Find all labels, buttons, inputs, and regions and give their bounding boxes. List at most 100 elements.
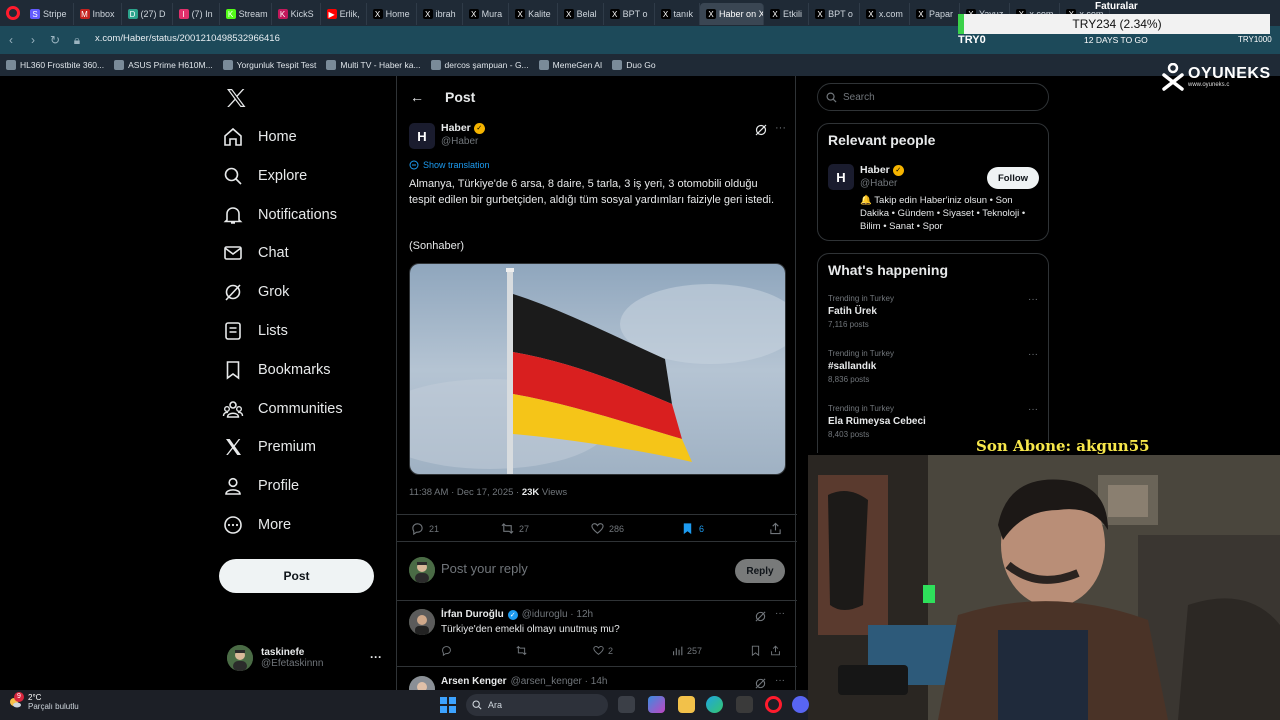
account-switcher[interactable]: taskinefe @Efetaskinnn <box>227 643 387 673</box>
forward-arrow-icon[interactable]: › <box>22 33 44 47</box>
discord-icon[interactable] <box>792 696 809 713</box>
browser-tab[interactable]: X BPT o <box>809 3 860 25</box>
browser-tab[interactable]: X Etkili <box>764 3 810 25</box>
browser-tab[interactable]: X Mura <box>463 3 510 25</box>
browser-tab[interactable]: I (7) In <box>173 3 220 25</box>
account-more-icon[interactable]: ··· <box>370 650 382 664</box>
comment-avatar[interactable] <box>409 609 435 635</box>
bookmark-item[interactable]: Multi TV - Haber ka... <box>326 60 421 70</box>
more-icon[interactable]: ··· <box>775 122 786 134</box>
bookmark-item[interactable]: ASUS Prime H610M... <box>114 60 213 70</box>
lock-icon[interactable]: 🔒︎ <box>66 33 88 48</box>
back-arrow-icon[interactable]: ‹ <box>0 33 22 47</box>
follow-button[interactable]: Follow <box>987 167 1039 189</box>
grok-icon[interactable] <box>755 611 766 622</box>
copilot-icon[interactable] <box>648 696 665 713</box>
share-action[interactable] <box>769 522 782 535</box>
browser-tab[interactable]: X Papar <box>910 3 960 25</box>
bookmark-item[interactable]: Yorgunluk Tespit Test <box>222 60 316 70</box>
comment-handle[interactable]: @iduroglu · 12h <box>522 609 593 620</box>
browser-tab[interactable]: M Inbox <box>74 3 122 25</box>
more-icon[interactable]: ··· <box>1028 294 1038 305</box>
browser-tab[interactable]: ▶ Erlik, <box>321 3 367 25</box>
browser-tab[interactable]: X Haber on X <box>700 3 765 25</box>
comment-author[interactable]: İrfan Duroğlu <box>441 609 504 620</box>
post-image[interactable] <box>409 263 786 475</box>
browser-tab[interactable]: X Home <box>367 3 417 25</box>
grok-icon[interactable] <box>755 124 767 136</box>
author-avatar[interactable]: H <box>409 123 435 149</box>
reply-action[interactable]: 21 <box>411 522 439 535</box>
comment-item[interactable]: İrfan Duroğlu ✓ @iduroglu · 12h ··· Türk… <box>397 601 797 667</box>
tab-favicon-icon: D <box>127 9 138 19</box>
browser-tab[interactable]: D (27) D <box>122 3 173 25</box>
nav-item-premium[interactable]: Premium <box>222 433 316 461</box>
weather-widget[interactable]: 9 2°C Parçalı bulutlu <box>8 692 79 711</box>
file-explorer-icon[interactable] <box>678 696 695 713</box>
nav-item-more[interactable]: More <box>222 511 291 539</box>
relevant-avatar[interactable]: H <box>828 164 854 190</box>
bookmark-item[interactable]: HL360 Frostbite 360... <box>6 60 104 70</box>
like-action[interactable]: 286 <box>591 522 624 535</box>
nav-item-communities[interactable]: Communities <box>222 395 343 423</box>
nav-item-explore[interactable]: Explore <box>222 162 307 190</box>
browser-tab[interactable]: X Belal <box>558 3 604 25</box>
grok-icon[interactable] <box>755 678 766 689</box>
post-button[interactable]: Post <box>219 559 374 593</box>
author-handle[interactable]: @Haber <box>441 136 478 147</box>
browser-tab[interactable]: S Stripe <box>24 3 74 25</box>
search-input[interactable] <box>843 91 1033 103</box>
more-icon[interactable]: ··· <box>775 608 785 619</box>
search-box[interactable] <box>817 83 1049 111</box>
relevant-name-row[interactable]: Haber ✓ <box>860 164 904 176</box>
reply-input[interactable] <box>441 561 711 576</box>
nav-item-notifications[interactable]: Notifications <box>222 201 337 229</box>
more-icon[interactable]: ··· <box>1028 349 1038 360</box>
more-icon[interactable]: ··· <box>1028 404 1038 415</box>
nav-item-chat[interactable]: Chat <box>222 239 289 267</box>
more-icon[interactable]: ··· <box>775 675 785 686</box>
comment-bookmark-action[interactable] <box>750 645 761 656</box>
browser-tab[interactable]: K KickS <box>272 3 321 25</box>
show-translation-link[interactable]: Show translation <box>409 160 490 170</box>
nav-item-bookmarks[interactable]: Bookmarks <box>222 356 331 384</box>
app-icon[interactable] <box>736 696 753 713</box>
comment-repost-action[interactable] <box>516 645 527 656</box>
edge-icon[interactable] <box>706 696 723 713</box>
nav-item-lists[interactable]: Lists <box>222 317 288 345</box>
bookmark-item[interactable]: Duo Go <box>612 60 656 70</box>
nav-item-grok[interactable]: Grok <box>222 278 289 306</box>
nav-item-profile[interactable]: Profile <box>222 472 299 500</box>
x-logo-icon[interactable] <box>224 86 248 110</box>
opera-taskbar-icon[interactable] <box>765 696 782 713</box>
browser-tab[interactable]: Xibrah <box>417 3 463 25</box>
comment-reply-action[interactable] <box>441 645 452 656</box>
comment-like-action[interactable]: 2 <box>593 645 613 656</box>
bookmark-item[interactable]: dercos şampuan - G... <box>430 60 529 70</box>
relevant-handle[interactable]: @Haber <box>860 178 897 189</box>
bookmark-action[interactable]: 6 <box>681 522 704 535</box>
windows-start-icon[interactable] <box>440 697 456 713</box>
browser-tab[interactable]: X BPT o <box>604 3 655 25</box>
comment-views-action[interactable]: 257 <box>672 645 702 656</box>
task-view-icon[interactable] <box>618 696 635 713</box>
comment-share-action[interactable] <box>770 645 781 656</box>
bookmark-item[interactable]: MemeGen AI <box>538 60 602 70</box>
taskbar-search[interactable]: Ara <box>466 694 608 716</box>
comment-author[interactable]: Arsen Kenger <box>441 676 507 687</box>
comment-handle[interactable]: @arsen_kenger · 14h <box>511 676 608 687</box>
author-name-row[interactable]: Haber ✓ <box>441 122 485 134</box>
browser-tab[interactable]: X Kalite <box>509 3 558 25</box>
url-field[interactable]: x.com/Haber/status/2001210498532966416 <box>95 33 280 44</box>
back-arrow-icon[interactable]: ← <box>410 89 424 105</box>
opera-logo-icon[interactable] <box>6 6 20 20</box>
trend-item[interactable]: Trending in Turkey Fatih Ürek 7,116 posts ·… <box>828 294 1040 334</box>
browser-tab[interactable]: Xx.com <box>860 3 910 25</box>
browser-tab[interactable]: K Stream <box>220 3 272 25</box>
trend-item[interactable]: Trending in Turkey #sallandık 8,836 posts ·… <box>828 349 1040 389</box>
browser-tab[interactable]: Xtanık <box>655 3 701 25</box>
nav-item-home[interactable]: Home <box>222 123 297 151</box>
reload-icon[interactable]: ↻ <box>44 33 66 47</box>
repost-action[interactable]: 27 <box>501 522 529 535</box>
reply-button[interactable]: Reply <box>735 559 785 583</box>
